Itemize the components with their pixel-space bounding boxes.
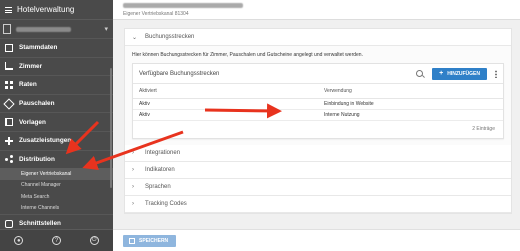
section-tracking-codes[interactable]: › Tracking Codes [125, 195, 511, 213]
sidebar-item-zusatzleistungen[interactable]: Zusatzleistungen [0, 130, 113, 150]
booking-routes-card: Verfügbare Buchungsstrecken + HINZUFÜGEN… [132, 63, 504, 139]
user-icon[interactable]: ● [14, 236, 24, 245]
sidebar-subitem-meta-search[interactable]: Meta Search [0, 191, 113, 203]
cell-verwendung: Interne Nutzung [318, 109, 503, 121]
sidebar-item-label: Pauschalen [19, 100, 55, 108]
sidebar-scrollbar[interactable] [110, 68, 112, 188]
menu-icon[interactable] [5, 6, 12, 13]
book-icon [5, 118, 13, 127]
sidebar-subitem-eigener-vertriebskanal[interactable]: Eigener Vertriebskanal [0, 168, 113, 180]
chevron-down-icon: ▾ [104, 26, 108, 33]
more-options-icon[interactable] [495, 69, 497, 78]
sidebar-item-vorlagen[interactable]: Vorlagen [0, 112, 113, 131]
accordion: ⌄ Buchungsstrecken Hier können Buchungss… [124, 28, 512, 214]
card-header: Verfügbare Buchungsstrecken + HINZUFÜGEN [133, 64, 503, 84]
sidebar-item-raten[interactable]: Raten [0, 75, 113, 94]
page-subtitle: Eigener Vertriebskanal 81304 [123, 11, 189, 17]
save-icon [129, 238, 135, 244]
cell-aktiviert: Aktiv [133, 109, 318, 121]
section-label: Indikatoren [145, 166, 175, 173]
chevron-down-icon: ⌄ [132, 34, 138, 41]
sidebar-header[interactable]: Hotelverwaltung [0, 0, 113, 20]
sidebar-item-label: Zusatzleistungen [19, 137, 72, 145]
hotel-icon [3, 24, 11, 34]
section-label: Integrationen [145, 149, 181, 156]
sidebar-item-label: Raten [19, 81, 37, 89]
entry-count: 2 Einträge [472, 125, 495, 132]
section-buchungsstrecken[interactable]: ⌄ Buchungsstrecken [125, 29, 511, 46]
share-icon [5, 155, 13, 163]
sidebar-subitem-channel-manager[interactable]: Channel Manager [0, 180, 113, 192]
chevron-right-icon: › [132, 149, 134, 156]
search-icon[interactable] [416, 70, 424, 77]
cell-verwendung: Einbindung in Website [318, 98, 503, 110]
sidebar-title: Hotelverwaltung [17, 5, 75, 14]
api-icon [5, 219, 13, 228]
building-icon [5, 43, 13, 52]
add-button-label: HINZUFÜGEN [447, 70, 480, 77]
sidebar-item-label: Distribution [19, 155, 55, 163]
sidebar-subitem-interne-channels[interactable]: Interne Channels [0, 203, 113, 215]
chevron-right-icon: › [132, 166, 134, 173]
card-title: Verfügbare Buchungsstrecken [139, 70, 220, 77]
section-body: Hier können Buchungsstrecken für Zimmer,… [125, 46, 511, 145]
sidebar-footer: ● ? ⏻ [0, 229, 113, 251]
sidebar-item-distribution[interactable]: Distribution [0, 149, 113, 169]
help-icon[interactable]: ? [51, 236, 61, 245]
plus-icon [5, 136, 13, 145]
sidebar-item-zimmer[interactable]: Zimmer [0, 56, 113, 76]
sidebar-item-label: Schnittstellen [19, 220, 61, 228]
chevron-right-icon: › [132, 183, 134, 190]
table-header-row: Aktiviert Verwendung [133, 84, 503, 99]
table-row[interactable]: Aktiv Einbindung in Website [133, 98, 503, 110]
section-description: Hier können Buchungsstrecken für Zimmer,… [132, 52, 363, 58]
sidebar: Hotelverwaltung ▾ Stammdaten Zimmer Rate… [0, 0, 113, 251]
main-content: ⌄ Buchungsstrecken Hier können Buchungss… [124, 28, 512, 214]
save-bar: SPEICHERN [113, 229, 520, 251]
page-title-redacted [123, 3, 243, 8]
sidebar-item-label: Vorlagen [19, 118, 46, 126]
sidebar-item-label: Zimmer [19, 62, 43, 70]
page-header: Eigener Vertriebskanal 81304 [113, 0, 520, 20]
hotel-name-redacted [16, 26, 71, 32]
sidebar-item-stammdaten[interactable]: Stammdaten [0, 38, 113, 57]
section-indikatoren[interactable]: › Indikatoren [125, 161, 511, 179]
section-label: Tracking Codes [145, 200, 187, 207]
tag-icon [3, 97, 15, 110]
section-sprachen[interactable]: › Sprachen [125, 178, 511, 196]
section-integrationen[interactable]: › Integrationen [125, 144, 511, 162]
cell-aktiviert: Aktiv [133, 98, 318, 110]
booking-routes-table: Aktiviert Verwendung Aktiv Einbindung in… [133, 84, 503, 121]
power-icon[interactable]: ⏻ [89, 236, 99, 245]
save-button-label: SPEICHERN [139, 238, 169, 244]
section-label: Sprachen [145, 183, 171, 190]
chevron-right-icon: › [132, 200, 134, 207]
save-button[interactable]: SPEICHERN [123, 235, 177, 247]
plus-icon: + [439, 70, 444, 77]
column-header-aktiviert[interactable]: Aktiviert [133, 84, 318, 99]
sidebar-item-pauschalen[interactable]: Pauschalen [0, 93, 113, 113]
bed-icon [5, 62, 13, 71]
sidebar-item-label: Stammdaten [19, 44, 58, 52]
section-label: Buchungsstrecken [145, 34, 195, 40]
table-row[interactable]: Aktiv Interne Nutzung [133, 109, 503, 121]
grid-icon [5, 80, 13, 89]
column-header-verwendung[interactable]: Verwendung [318, 84, 503, 99]
hotel-selector[interactable]: ▾ [0, 20, 113, 38]
add-button[interactable]: + HINZUFÜGEN [432, 67, 487, 80]
